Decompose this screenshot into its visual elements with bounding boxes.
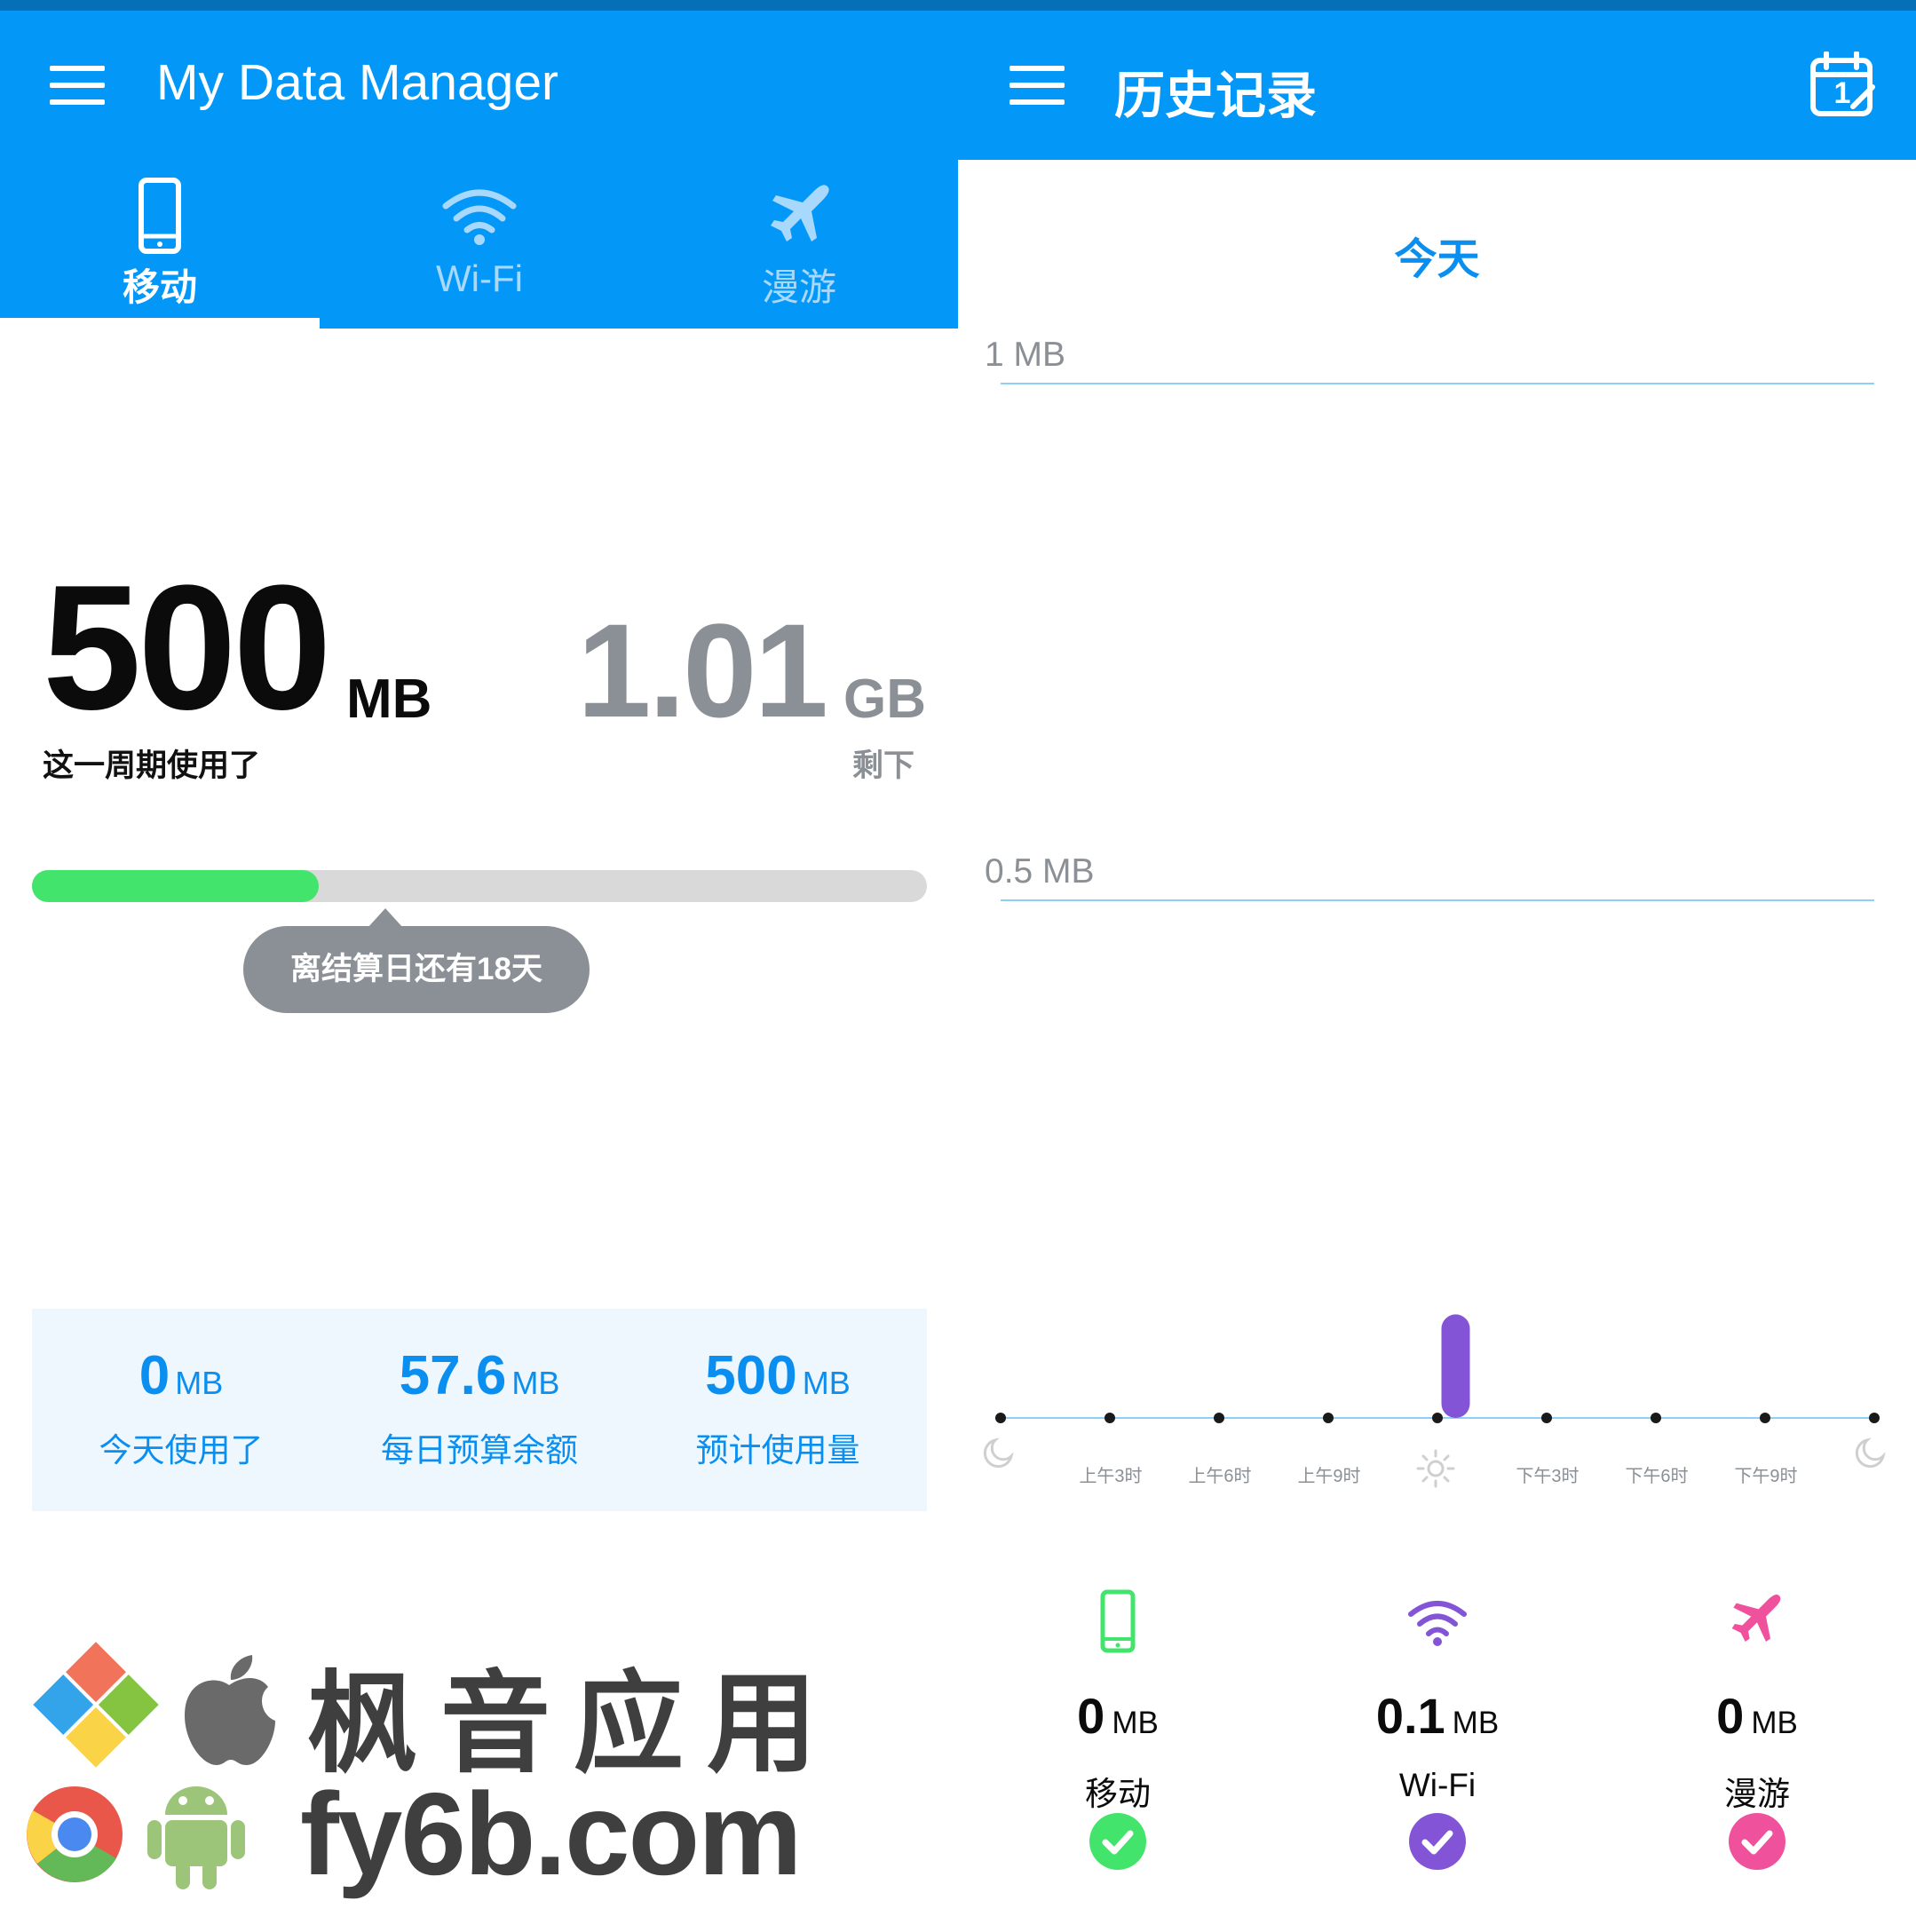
hour-tick-dot xyxy=(1432,1413,1443,1423)
legend-roaming-toggle[interactable] xyxy=(1729,1813,1785,1870)
legend-roaming-value: 0 xyxy=(1716,1688,1745,1744)
time-label: 上午3时 xyxy=(1079,1467,1143,1486)
usage-bar xyxy=(1441,1314,1470,1418)
legend-mobile-unit: MB xyxy=(1112,1706,1159,1740)
legend-roaming-name: 漫游 xyxy=(1724,1776,1790,1812)
stat-daily-budget-unit: MB xyxy=(511,1365,560,1401)
phone-icon xyxy=(1100,1589,1136,1653)
hour-tick-dot xyxy=(1323,1413,1334,1423)
tab-wifi-label: Wi-Fi xyxy=(436,257,523,299)
legend-wifi-unit: MB xyxy=(1452,1706,1500,1740)
stat-today-used-unit: MB xyxy=(175,1365,224,1401)
hour-tick-dot xyxy=(1760,1413,1770,1423)
chrome-logo-icon xyxy=(27,1786,123,1882)
stat-today-used-value: 0 xyxy=(139,1345,170,1406)
moon-icon xyxy=(1855,1437,1886,1469)
time-label: 下午6时 xyxy=(1625,1467,1689,1486)
check-icon xyxy=(1421,1830,1453,1855)
hour-tick-dot xyxy=(995,1413,1006,1423)
apple-logo-icon xyxy=(185,1655,275,1765)
legend-roaming-unit: MB xyxy=(1751,1706,1798,1740)
wifi-icon xyxy=(1408,1601,1467,1646)
windows-logo-icon xyxy=(33,1642,159,1768)
time-label: 上午6时 xyxy=(1188,1467,1252,1486)
time-label: 下午9时 xyxy=(1734,1467,1798,1486)
watermark: 枫音应用 fy6b.com xyxy=(25,1634,817,1900)
cycle-usage-value: 500 xyxy=(43,549,332,747)
stat-daily-budget-label: 每日预算余额 xyxy=(381,1432,578,1469)
hour-tick-dot xyxy=(1541,1413,1552,1423)
data-manager-screen: My Data Manager 移动 Wi-Fi 漫游 500 MB 这一周期使… xyxy=(0,0,958,1932)
tab-roaming[interactable]: 漫游 xyxy=(639,169,958,311)
app-title: My Data Manager xyxy=(156,54,559,111)
legend-mobile-value: 0 xyxy=(1077,1688,1105,1744)
hourly-usage-chart xyxy=(995,1314,1880,1423)
wifi-icon xyxy=(442,189,517,245)
watermark-url: fy6b.com xyxy=(300,1769,802,1899)
time-label: 上午9时 xyxy=(1297,1467,1361,1486)
stat-daily-budget: 57.6 MB 每日预算余额 xyxy=(330,1344,629,1471)
hour-tick-dot xyxy=(1651,1413,1661,1423)
stat-projected-usage-label: 预计使用量 xyxy=(695,1432,860,1469)
remaining-label: 剩下 xyxy=(852,748,915,783)
remaining-unit: GB xyxy=(843,669,926,730)
legend-wifi-value: 0.1 xyxy=(1375,1688,1445,1744)
status-strip xyxy=(0,0,958,11)
stat-projected-usage-value: 500 xyxy=(705,1345,797,1406)
billing-cycle-tooltip: 离结算日还有18天 xyxy=(243,926,590,1013)
menu-button[interactable] xyxy=(50,66,105,105)
stat-projected-usage-unit: MB xyxy=(802,1365,851,1401)
tab-mobile-label: 移动 xyxy=(122,266,197,308)
active-tab-indicator xyxy=(0,318,320,329)
tab-roaming-label: 漫游 xyxy=(761,266,836,308)
tab-mobile[interactable]: 移动 xyxy=(0,169,320,311)
tab-wifi[interactable]: Wi-Fi xyxy=(320,169,639,311)
cycle-usage-unit: MB xyxy=(346,669,432,730)
stat-today-used: 0 MB 今天使用了 xyxy=(32,1344,330,1471)
hour-tick-dot xyxy=(1214,1413,1224,1423)
legend-mobile-name: 移动 xyxy=(1085,1776,1151,1812)
hour-tick-dot xyxy=(1104,1413,1115,1423)
sun-icon xyxy=(1416,1449,1455,1488)
remaining-value: 1.01 xyxy=(577,596,828,745)
usage-progress-bar xyxy=(32,870,927,902)
stat-projected-usage: 500 MB 预计使用量 xyxy=(629,1344,927,1471)
daily-stats-panel: 0 MB 今天使用了 57.6 MB 每日预算余额 500 MB 预计使用量 xyxy=(32,1309,927,1511)
android-logo-icon xyxy=(147,1786,245,1889)
phone-icon xyxy=(139,178,181,254)
airplane-icon xyxy=(771,185,829,242)
usage-progress-fill xyxy=(32,870,319,902)
stat-daily-budget-value: 57.6 xyxy=(399,1345,507,1406)
hour-tick-dot xyxy=(1869,1413,1880,1423)
time-label: 下午3时 xyxy=(1516,1467,1580,1486)
legend-mobile-toggle[interactable] xyxy=(1089,1813,1146,1870)
check-icon xyxy=(1741,1830,1773,1855)
check-icon xyxy=(1102,1830,1134,1855)
legend-wifi-name: Wi-Fi xyxy=(1398,1767,1477,1803)
cycle-usage-label: 这一周期使用了 xyxy=(43,748,261,783)
history-screen: 历史记录 1 今天 1 MB 0.5 MB 上午3时 上午6时 上午9时 下午3… xyxy=(958,0,1916,1932)
airplane-icon xyxy=(1731,1594,1781,1642)
moon-icon xyxy=(983,1437,1014,1469)
stat-today-used-label: 今天使用了 xyxy=(99,1432,264,1469)
legend-wifi-toggle[interactable] xyxy=(1409,1813,1466,1870)
tooltip-arrow xyxy=(368,908,403,928)
